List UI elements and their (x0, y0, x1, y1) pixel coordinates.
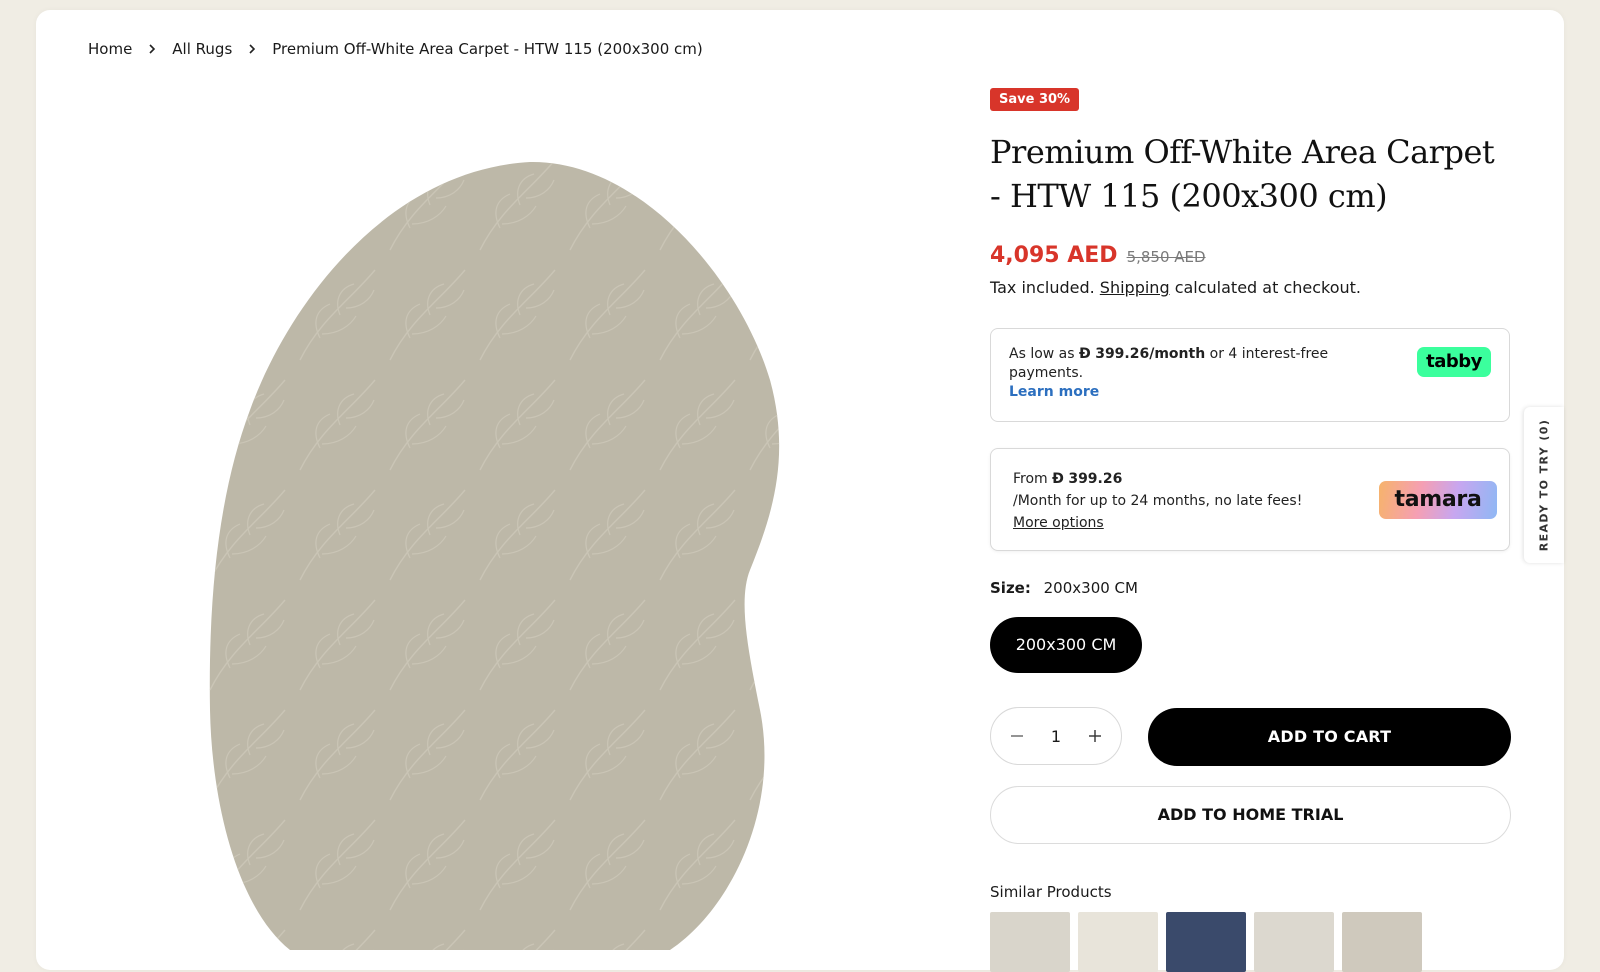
minus-icon[interactable] (1005, 724, 1029, 748)
breadcrumb-all-rugs[interactable]: All Rugs (172, 40, 232, 58)
add-to-cart-button[interactable]: ADD TO CART (1148, 708, 1511, 766)
product-title: Premium Off-White Area Carpet - HTW 115 … (990, 133, 1495, 215)
size-label: Size: 200x300 CM (990, 579, 1138, 597)
size-option-200x300[interactable]: 200x300 CM (990, 617, 1142, 673)
tabby-learn-more-link[interactable]: Learn more (1009, 383, 1349, 402)
add-to-home-trial-button[interactable]: ADD TO HOME TRIAL (990, 786, 1511, 844)
tax-note: Tax included. Shipping calculated at che… (990, 278, 1361, 297)
tamara-terms: /Month for up to 24 months, no late fees… (1013, 493, 1303, 509)
tabby-logo: tabby (1417, 347, 1491, 377)
product-image[interactable] (200, 150, 800, 950)
similar-product-thumb[interactable] (990, 912, 1070, 972)
tax-suffix: calculated at checkout. (1174, 278, 1362, 297)
breadcrumb-current: Premium Off-White Area Carpet - HTW 115 … (272, 40, 703, 58)
plus-icon[interactable] (1083, 724, 1107, 748)
tabby-amount: 399.26/month (1095, 346, 1206, 362)
price-row: 4,095 AED 5,850 AED (990, 243, 1206, 268)
shipping-link[interactable]: Shipping (1100, 278, 1170, 297)
chevron-right-icon (247, 43, 257, 55)
tamara-message: From Đ 399.26 /Month for up to 24 months… (1013, 468, 1302, 534)
tamara-more-options-link[interactable]: More options (1013, 515, 1104, 531)
tamara-amount: 399.26 (1068, 471, 1123, 487)
similar-products-label: Similar Products (990, 883, 1112, 901)
tabby-prefix: As low as (1009, 346, 1075, 362)
size-label-text: Size: (990, 579, 1031, 597)
tamara-currency: Đ (1052, 471, 1064, 487)
chevron-right-icon (147, 43, 157, 55)
similar-product-thumb[interactable] (1078, 912, 1158, 972)
tamara-logo: tamara (1379, 481, 1497, 519)
similar-product-thumb[interactable] (1254, 912, 1334, 972)
breadcrumb-home[interactable]: Home (88, 40, 132, 58)
similar-product-thumb[interactable] (1342, 912, 1422, 972)
size-selected-value: 200x300 CM (1043, 579, 1138, 597)
ready-to-try-label: READY TO TRY (0) (1537, 418, 1551, 552)
tax-prefix: Tax included. (990, 278, 1095, 297)
page-background (36, 0, 1564, 10)
discount-badge: Save 30% (990, 88, 1080, 111)
tabby-currency: Đ (1079, 346, 1091, 362)
quantity-value[interactable]: 1 (1051, 727, 1061, 746)
tamara-prefix: From (1013, 471, 1048, 487)
rug-illustration (209, 161, 780, 950)
similar-products-list (990, 912, 1422, 972)
tamara-widget: From Đ 399.26 /Month for up to 24 months… (990, 448, 1510, 551)
ready-to-try-tab[interactable]: READY TO TRY (0) (1524, 407, 1564, 563)
similar-product-thumb[interactable] (1166, 912, 1246, 972)
quantity-stepper: 1 (990, 707, 1122, 765)
sale-price: 4,095 AED (990, 243, 1118, 268)
tabby-message: As low as Đ 399.26/month or 4 interest-f… (1009, 345, 1349, 402)
compare-price: 5,850 AED (1126, 248, 1206, 266)
breadcrumb: Home All Rugs Premium Off-White Area Car… (88, 40, 703, 58)
tabby-widget: As low as Đ 399.26/month or 4 interest-f… (990, 328, 1510, 422)
